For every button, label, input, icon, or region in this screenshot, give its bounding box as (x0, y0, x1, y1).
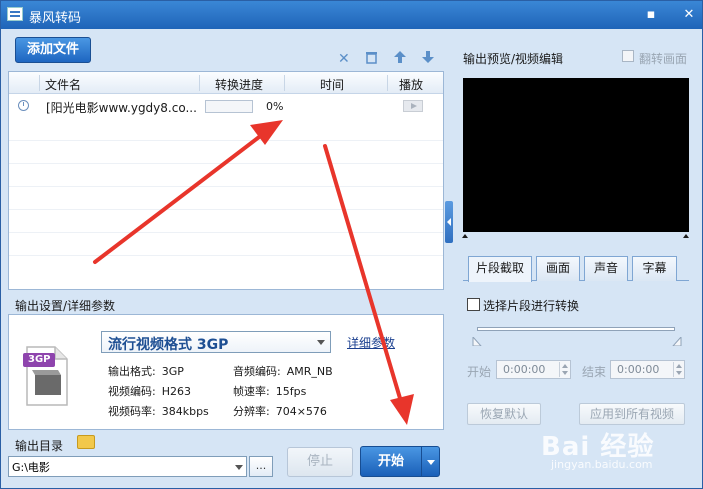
column-play[interactable]: 播放 (399, 76, 423, 93)
start-time-label: 开始 (467, 365, 492, 379)
preview-label: 输出预览/视频编辑 (463, 52, 564, 66)
tab-audio[interactable]: 声音 (584, 256, 628, 281)
file-list[interactable]: 文件名 转换进度 时间 播放 [阳光电影www.ygdy8.co... 0% (8, 71, 444, 290)
apply-all-button[interactable]: 应用到所有视频 (579, 403, 685, 425)
progress-bar (205, 100, 253, 113)
column-time[interactable]: 时间 (320, 76, 344, 93)
param-video-bitrate: 视频码率: 384kbps (108, 405, 209, 418)
add-file-button[interactable]: 添加文件 (15, 37, 91, 63)
browse-button[interactable]: ... (249, 456, 273, 477)
trim-end-marker[interactable] (683, 234, 689, 238)
flip-checkbox[interactable] (622, 50, 634, 62)
window-title: 暴风转码 (29, 11, 82, 26)
chevron-down-icon (317, 340, 325, 345)
move-down-icon[interactable] (421, 50, 435, 68)
reset-button[interactable]: 恢复默认 (467, 403, 541, 425)
remove-icon[interactable]: ✕ (338, 51, 350, 67)
param-output-format: 输出格式: 3GP (108, 365, 184, 378)
format-select-value: 流行视频格式 3GP (108, 337, 229, 353)
title-bar: 暴风转码 ▪ ✕ (1, 1, 702, 29)
3gp-icon-label: 3GP (28, 354, 51, 365)
progress-text: 0% (266, 100, 284, 113)
start-time-field[interactable]: 0:00:00 (496, 360, 571, 379)
param-resolution: 分辨率: 704×576 (233, 405, 327, 418)
clip-range-slider[interactable] (477, 327, 675, 331)
clip-checkbox[interactable] (467, 298, 480, 311)
move-up-icon[interactable] (393, 50, 407, 68)
tab-subtitle[interactable]: 字幕 (632, 256, 677, 281)
end-time-stepper[interactable] (673, 362, 683, 377)
output-dir-input[interactable] (12, 460, 230, 473)
param-video-codec: 视频编码: H263 (108, 385, 191, 398)
end-time-label: 结束 (582, 365, 607, 379)
file-list-header: 文件名 转换进度 时间 播放 (9, 72, 443, 94)
close-button[interactable]: ✕ (681, 7, 697, 23)
output-dir-label: 输出目录 (15, 439, 64, 453)
3gp-file-icon: 3GP (23, 345, 71, 407)
video-preview (463, 78, 689, 232)
flip-label: 翻转画面 (639, 52, 688, 66)
output-dir-field[interactable] (8, 456, 247, 477)
output-settings-label: 输出设置/详细参数 (15, 299, 116, 313)
panel-toggle-handle[interactable] (445, 201, 453, 243)
minimize-button[interactable]: ▪ (643, 7, 659, 23)
stop-button[interactable]: 停止 (287, 447, 353, 477)
start-options-dropdown[interactable] (421, 446, 440, 477)
file-name: [阳光电影www.ygdy8.co... (46, 101, 197, 115)
column-progress[interactable]: 转换进度 (215, 76, 263, 93)
start-button[interactable]: 开始 (360, 446, 422, 477)
tab-clip[interactable]: 片段截取 (468, 256, 532, 282)
param-frame-rate: 帧速率: 15fps (233, 385, 307, 398)
slider-end-handle[interactable] (672, 337, 682, 346)
watermark-url: jingyan.baidu.com (551, 458, 653, 471)
table-row[interactable]: [阳光电影www.ygdy8.co... 0% (9, 95, 443, 117)
start-time-stepper[interactable] (559, 362, 569, 377)
play-button[interactable] (403, 100, 423, 112)
main-window: 暴风转码 ▪ ✕ 添加文件 ✕ 文件名 转换进度 时间 播放 [阳光电影www.… (0, 0, 703, 489)
output-settings-panel: 3GP 流行视频格式 3GP 详细参数 输出格式: 3GP 音频编码: AMR_NB… (8, 314, 444, 430)
column-filename[interactable]: 文件名 (45, 76, 81, 93)
trash-icon[interactable] (365, 51, 378, 67)
tab-picture[interactable]: 画面 (536, 256, 580, 281)
format-select[interactable]: 流行视频格式 3GP (101, 331, 331, 353)
chevron-down-icon[interactable] (235, 465, 243, 470)
detail-params-link[interactable]: 详细参数 (347, 334, 395, 351)
app-icon (7, 7, 23, 21)
folder-icon[interactable] (77, 435, 95, 449)
param-audio-codec: 音频编码: AMR_NB (233, 365, 333, 378)
trim-start-marker[interactable] (462, 234, 468, 238)
clock-icon (18, 100, 29, 111)
slider-start-handle[interactable] (472, 337, 482, 346)
clip-checkbox-label: 选择片段进行转换 (483, 299, 580, 313)
end-time-field[interactable]: 0:00:00 (610, 360, 685, 379)
